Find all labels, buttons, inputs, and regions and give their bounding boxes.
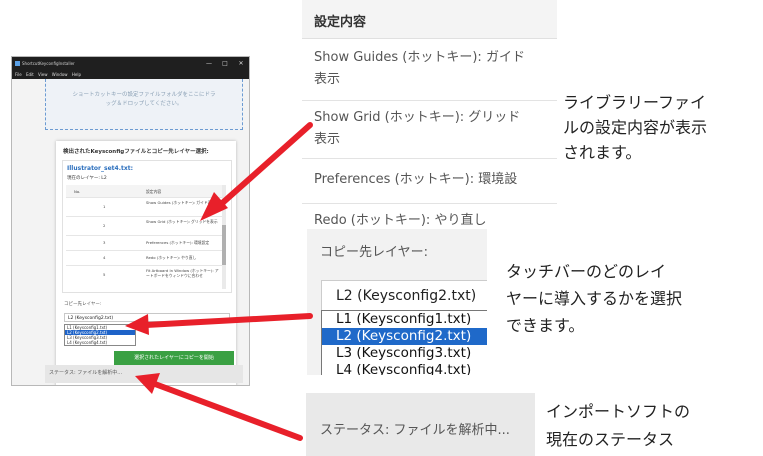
arrow-layer — [143, 313, 313, 328]
arrow-settings — [216, 122, 313, 209]
arrow-layer-head — [125, 314, 149, 335]
arrow-status — [152, 381, 303, 441]
arrow-settings-head — [200, 192, 228, 221]
annotation-arrows — [125, 122, 313, 441]
